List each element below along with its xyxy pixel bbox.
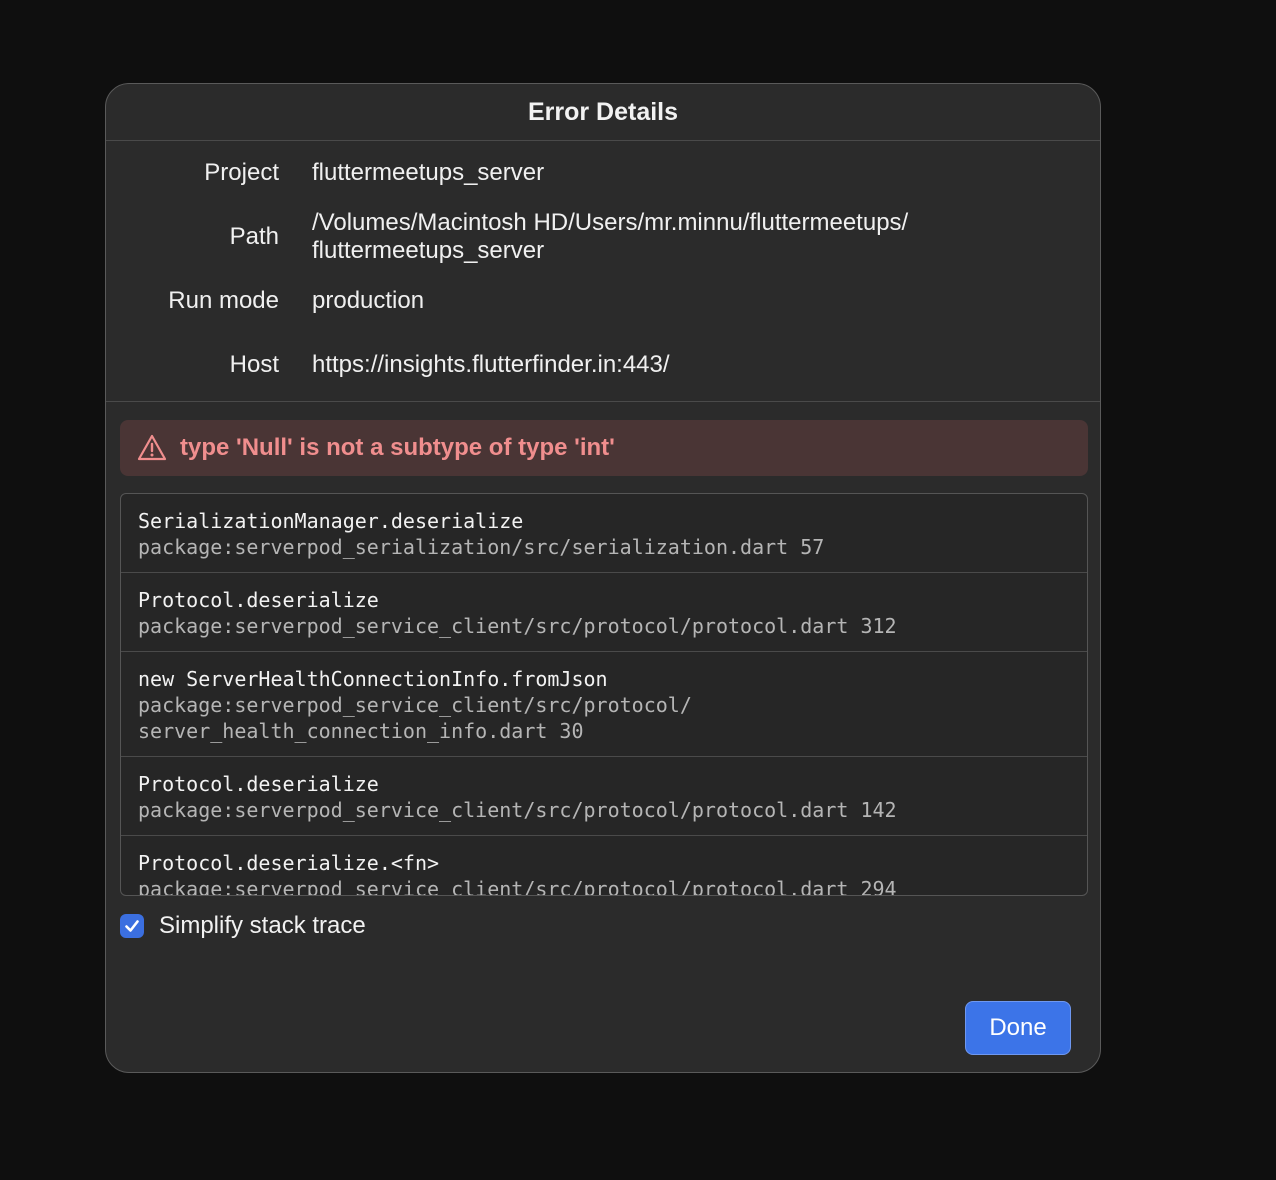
stack-frame-function: Protocol.deserialize [138,588,379,612]
checkmark-icon [125,920,139,932]
stack-frame-function: new ServerHealthConnectionInfo.fromJson [138,667,608,691]
stack-frame[interactable]: Protocol.deserialize package:serverpod_s… [121,757,1087,836]
path-value-line2: fluttermeetups_server [312,237,545,264]
warning-triangle-icon [136,432,168,464]
stack-frame-function: Protocol.deserialize [138,772,379,796]
stack-trace-list[interactable]: SerializationManager.deserialize package… [120,493,1088,896]
project-label: Project [204,159,279,186]
host-value: https://insights.flutterfinder.in:443/ [312,351,670,378]
simplify-stack-trace-checkbox[interactable] [120,914,144,938]
stack-frame-location: package:serverpod_service_client/src/pro… [138,877,897,896]
stack-frame[interactable]: new ServerHealthConnectionInfo.fromJson … [121,652,1087,757]
stack-frame-location: package:serverpod_service_client/src/pro… [138,693,692,717]
error-details-dialog: Error Details Project fluttermeetups_ser… [105,83,1101,1073]
stack-frame[interactable]: Protocol.deserialize.<fn> package:server… [121,836,1087,896]
stack-frame-function: SerializationManager.deserialize [138,509,524,533]
stack-frame[interactable]: SerializationManager.deserialize package… [121,494,1087,573]
error-info-panel: Project fluttermeetups_server Path /Volu… [106,141,1100,402]
path-label: Path [229,223,279,250]
path-value: /Volumes/Macintosh HD/Users/mr.minnu/flu… [312,209,1060,265]
path-value-line1: /Volumes/Macintosh HD/Users/mr.minnu/flu… [312,209,909,236]
host-label: Host [229,351,279,378]
stack-frame-location: package:serverpod_service_client/src/pro… [138,614,897,638]
stack-frame-location-cont: server_health_connection_info.dart 30 [138,719,584,743]
simplify-stack-trace-label[interactable]: Simplify stack trace [159,912,366,940]
run-mode-label: Run mode [168,287,279,314]
project-value: fluttermeetups_server [312,159,545,186]
simplify-stack-trace-option[interactable]: Simplify stack trace [120,912,366,940]
stack-frame[interactable]: Protocol.deserialize package:serverpod_s… [121,573,1087,652]
error-banner: type 'Null' is not a subtype of type 'in… [120,420,1088,476]
stack-frame-location: package:serverpod_serialization/src/seri… [138,535,825,559]
stack-frame-location: package:serverpod_service_client/src/pro… [138,798,897,822]
run-mode-value: production [312,287,425,314]
done-button[interactable]: Done [965,1001,1071,1055]
dialog-title: Error Details [106,84,1100,141]
error-message: type 'Null' is not a subtype of type 'in… [180,434,615,461]
stack-frame-function: Protocol.deserialize.<fn> [138,851,440,875]
